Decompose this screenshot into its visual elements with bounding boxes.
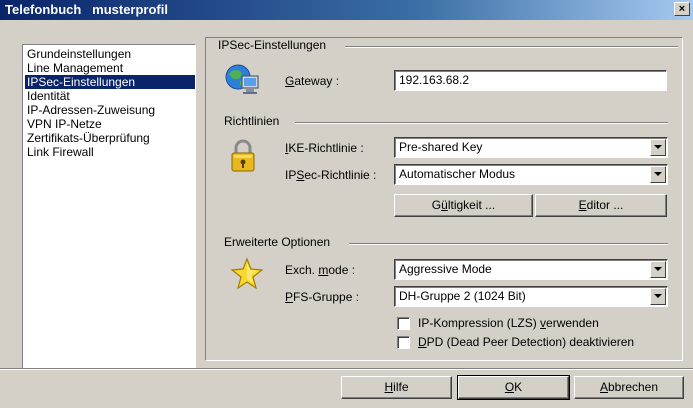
ike-policy-value: Pre-shared Key bbox=[399, 140, 483, 154]
policies-group-line bbox=[295, 122, 668, 124]
nav-item-ip-adressen-zuweisung[interactable]: IP-Adressen-Zuweisung bbox=[25, 103, 195, 117]
editor-button[interactable]: Editor ... bbox=[535, 194, 667, 217]
dpd-checkbox[interactable] bbox=[397, 336, 410, 349]
chevron-down-icon[interactable] bbox=[650, 166, 666, 183]
nav-item-identitaet[interactable]: Identität bbox=[25, 89, 195, 103]
ike-policy-select[interactable]: Pre-shared Key bbox=[394, 137, 668, 158]
close-button[interactable]: × bbox=[674, 2, 690, 16]
advanced-group-title: Erweiterte Optionen bbox=[221, 235, 334, 249]
pfs-group-select[interactable]: DH-Gruppe 2 (1024 Bit) bbox=[394, 286, 668, 307]
ipsec-group-line bbox=[345, 46, 678, 48]
ip-compression-checkbox[interactable] bbox=[397, 317, 410, 330]
advanced-group-line bbox=[349, 243, 668, 245]
ike-policy-label: IKE-Richtlinie : bbox=[285, 141, 364, 155]
nav-item-ipsec-einstellungen[interactable]: IPSec-Einstellungen bbox=[25, 75, 195, 89]
settings-nav-list[interactable]: Grundeinstellungen Line Management IPSec… bbox=[22, 44, 196, 369]
ipsec-policy-value: Automatischer Modus bbox=[399, 167, 516, 181]
chevron-down-icon[interactable] bbox=[650, 261, 666, 278]
ipsec-policy-label: IPSec-Richtlinie : bbox=[285, 168, 377, 182]
dialog-window: Telefonbuch musterprofil × Grundeinstell… bbox=[0, 0, 693, 408]
exch-mode-label: Exch. mode : bbox=[285, 263, 356, 277]
padlock-icon bbox=[229, 138, 257, 174]
window-title: Telefonbuch musterprofil bbox=[5, 2, 168, 17]
gateway-label: Gateway : bbox=[285, 74, 340, 88]
nav-item-vpn-ip-netze[interactable]: VPN IP-Netze bbox=[25, 117, 195, 131]
ipsec-policy-select[interactable]: Automatischer Modus bbox=[394, 164, 668, 185]
footer-separator bbox=[0, 368, 693, 370]
chevron-down-icon[interactable] bbox=[650, 288, 666, 305]
pfs-group-label: PFS-Gruppe : bbox=[285, 290, 360, 304]
validity-button[interactable]: Gültigkeit ... bbox=[394, 194, 533, 217]
cancel-button[interactable]: Abbrechen bbox=[574, 376, 684, 399]
ip-compression-label[interactable]: IP-Kompression (LZS) verwenden bbox=[418, 316, 599, 330]
policies-group-title: Richtlinien bbox=[221, 114, 283, 128]
nav-item-grundeinstellungen[interactable]: Grundeinstellungen bbox=[25, 47, 195, 61]
ipsec-group-title: IPSec-Einstellungen bbox=[215, 38, 330, 52]
help-button[interactable]: Hilfe bbox=[341, 376, 452, 399]
pfs-group-value: DH-Gruppe 2 (1024 Bit) bbox=[399, 289, 526, 303]
network-computer-icon bbox=[224, 62, 260, 96]
gateway-input[interactable]: 192.163.68.2 bbox=[394, 70, 667, 91]
star-icon bbox=[229, 257, 265, 291]
nav-item-link-firewall[interactable]: Link Firewall bbox=[25, 145, 195, 159]
nav-item-line-management[interactable]: Line Management bbox=[25, 61, 195, 75]
exch-mode-select[interactable]: Aggressive Mode bbox=[394, 259, 668, 280]
nav-item-zertifikats-ueberpruefung[interactable]: Zertifikats-Überprüfung bbox=[25, 131, 195, 145]
chevron-down-icon[interactable] bbox=[650, 139, 666, 156]
dpd-label[interactable]: DPD (Dead Peer Detection) deaktivieren bbox=[418, 335, 634, 349]
title-bar[interactable]: Telefonbuch musterprofil × bbox=[0, 0, 693, 20]
exch-mode-value: Aggressive Mode bbox=[399, 262, 492, 276]
ok-button[interactable]: OK bbox=[457, 375, 570, 400]
